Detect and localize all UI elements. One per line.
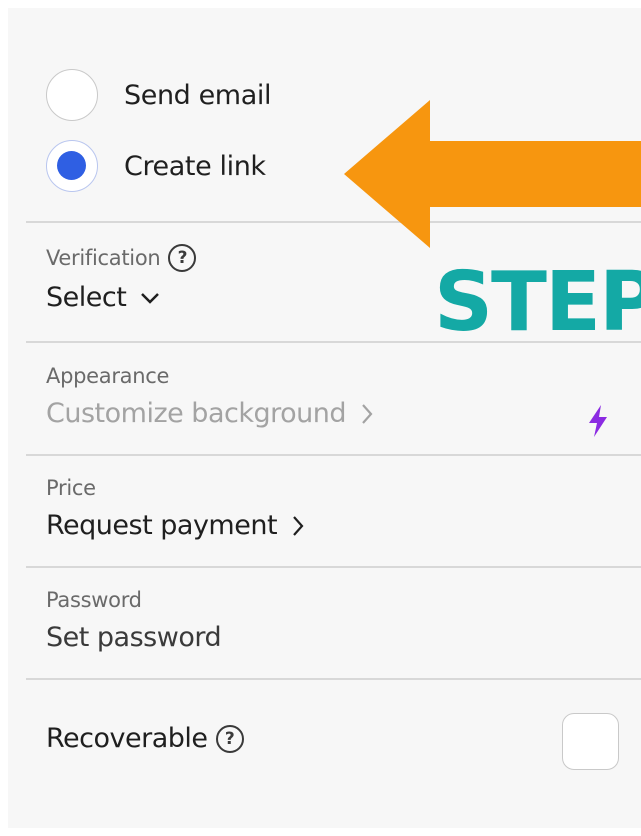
chevron-right-icon <box>360 403 374 425</box>
verification-section: Verification ? Select <box>46 244 197 313</box>
customize-background-link[interactable]: Customize background <box>46 398 374 429</box>
recoverable-section: Recoverable ? <box>46 723 244 754</box>
set-password-field[interactable]: Set password <box>46 622 222 653</box>
divider <box>26 454 641 456</box>
price-section: Price Request payment <box>46 476 305 541</box>
password-value: Set password <box>46 622 222 653</box>
verification-select[interactable]: Select <box>46 282 196 313</box>
radio-label-create-link: Create link <box>124 150 266 182</box>
help-icon[interactable]: ? <box>215 724 244 753</box>
left-arrow-annotation <box>344 100 641 252</box>
lightning-bolt-icon <box>586 404 610 442</box>
step-annotation-text: STEP <box>434 255 641 350</box>
recoverable-label-row: Recoverable ? <box>46 723 244 754</box>
radio-label-send-email: Send email <box>124 79 272 111</box>
chevron-down-icon <box>140 291 160 305</box>
divider <box>26 566 641 568</box>
price-label: Price <box>46 476 96 500</box>
radio-button-unchecked[interactable] <box>46 69 98 121</box>
appearance-label: Appearance <box>46 364 170 388</box>
recoverable-checkbox[interactable] <box>562 713 619 770</box>
divider <box>26 678 641 680</box>
password-section: Password Set password <box>46 588 222 653</box>
password-label: Password <box>46 588 142 612</box>
verification-label-row: Verification ? <box>46 244 197 272</box>
appearance-section: Appearance Customize background <box>46 364 374 429</box>
request-payment-link[interactable]: Request payment <box>46 510 305 541</box>
help-icon[interactable]: ? <box>168 244 197 272</box>
recoverable-label: Recoverable <box>46 723 208 754</box>
price-value: Request payment <box>46 510 278 541</box>
chevron-right-icon <box>291 515 305 537</box>
verification-value: Select <box>46 282 127 313</box>
radio-button-checked[interactable] <box>46 140 98 192</box>
appearance-value: Customize background <box>46 398 347 429</box>
radio-create-link[interactable]: Create link <box>46 136 266 196</box>
radio-send-email[interactable]: Send email <box>46 65 271 125</box>
verification-label: Verification <box>46 246 161 270</box>
